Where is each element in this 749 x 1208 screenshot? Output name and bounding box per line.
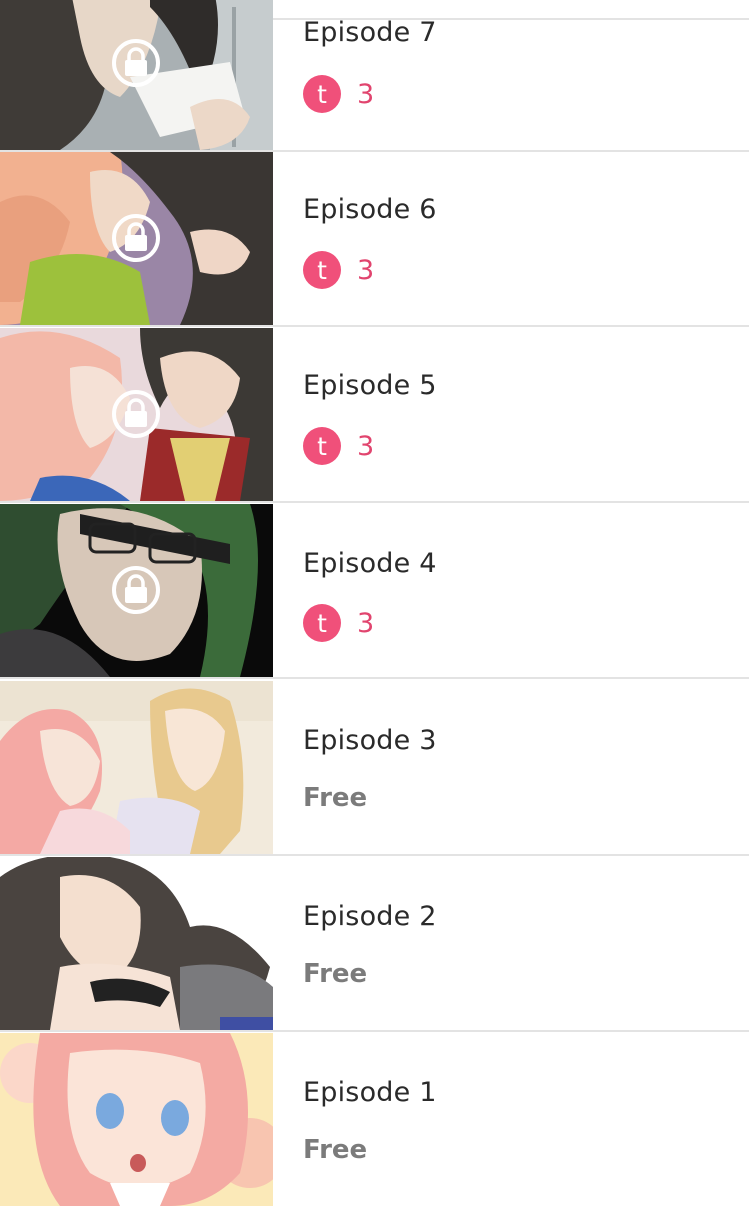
coin-icon: t — [303, 427, 341, 465]
row-divider — [0, 854, 749, 856]
episode-row-3[interactable]: Episode 3 Free — [0, 681, 749, 856]
episode-row-4[interactable]: Episode 4 t 3 — [0, 504, 749, 679]
episode-title: Episode 5 — [303, 370, 437, 401]
episode-price: t 3 — [303, 427, 374, 465]
free-label: Free — [303, 1135, 368, 1165]
lock-icon — [112, 566, 160, 614]
episode-row-1[interactable]: Episode 1 Free — [0, 1033, 749, 1208]
episode-row-6[interactable]: Episode 6 t 3 — [0, 152, 749, 327]
episode-price: t 3 — [303, 75, 374, 113]
lock-icon — [112, 390, 160, 438]
episode-title: Episode 4 — [303, 548, 437, 579]
episode-row-5[interactable]: Episode 5 t 3 — [0, 328, 749, 503]
coin-cost: 3 — [357, 78, 375, 110]
free-label: Free — [303, 783, 368, 813]
row-divider — [0, 1030, 749, 1032]
episode-title: Episode 6 — [303, 194, 437, 225]
episode-row-7[interactable]: Episode 7 t 3 — [0, 0, 749, 152]
coin-icon: t — [303, 604, 341, 642]
episode-price: t 3 — [303, 604, 374, 642]
episode-title: Episode 7 — [303, 17, 437, 48]
episode-title: Episode 3 — [303, 725, 437, 756]
episode-title: Episode 2 — [303, 901, 437, 932]
episode-price: t 3 — [303, 251, 374, 289]
coin-icon: t — [303, 251, 341, 289]
row-divider — [0, 501, 749, 503]
episode-thumbnail — [0, 1033, 273, 1206]
coin-cost: 3 — [357, 430, 375, 462]
row-divider — [0, 325, 749, 327]
episode-thumbnail — [0, 857, 273, 1030]
lock-icon — [112, 39, 160, 87]
free-label: Free — [303, 959, 368, 989]
episode-title: Episode 1 — [303, 1077, 437, 1108]
row-divider — [0, 677, 749, 679]
lock-icon — [112, 214, 160, 262]
episode-thumbnail — [0, 681, 273, 854]
coin-icon: t — [303, 75, 341, 113]
episode-row-2[interactable]: Episode 2 Free — [0, 857, 749, 1032]
coin-cost: 3 — [357, 254, 375, 286]
coin-cost: 3 — [357, 607, 375, 639]
